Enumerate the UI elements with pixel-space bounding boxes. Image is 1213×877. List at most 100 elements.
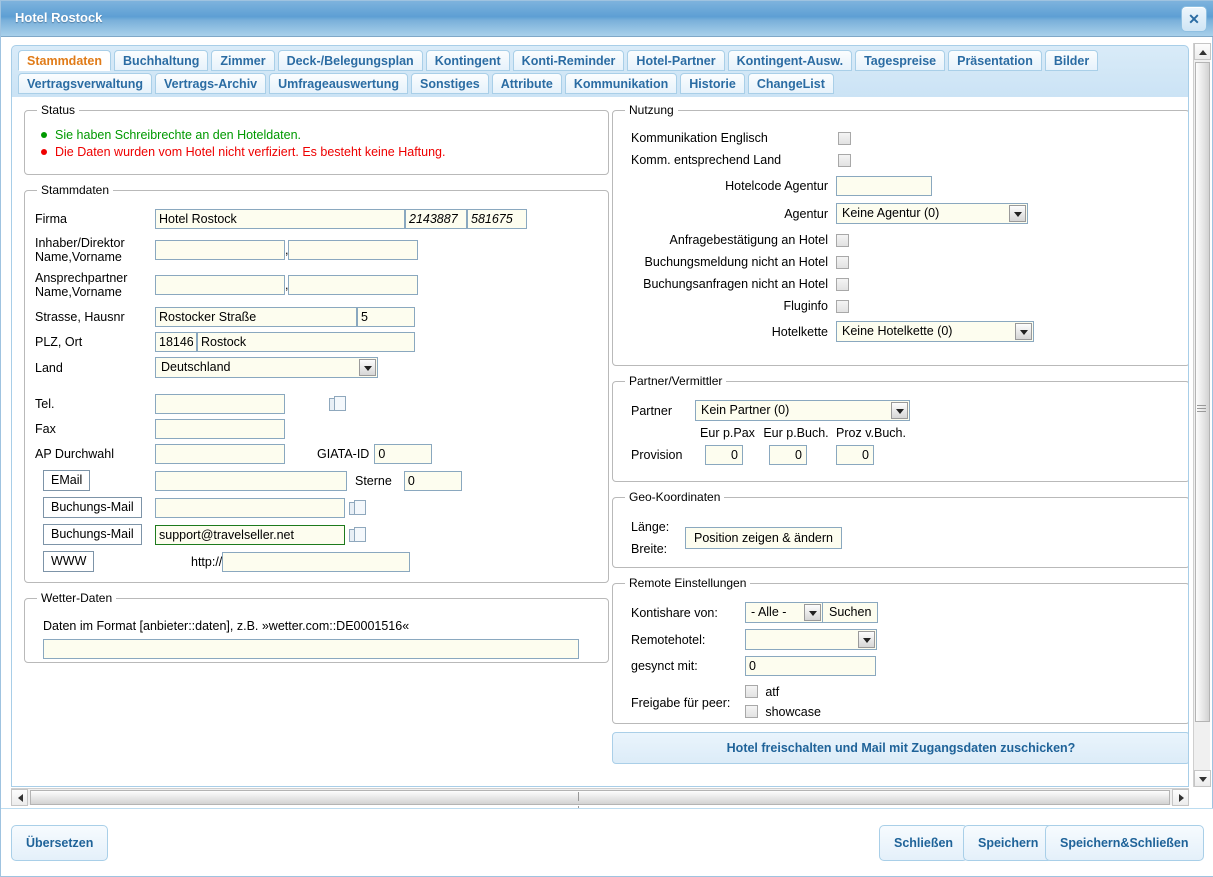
email-button[interactable]: EMail — [43, 470, 90, 491]
tab-zimmer[interactable]: Zimmer — [211, 50, 274, 71]
schliessen-button[interactable]: Schließen — [879, 825, 968, 861]
tab-content-stammdaten: Status Sie haben Schreibrechte an den Ho… — [11, 97, 1189, 787]
inhaber-label-line1: Inhaber/Direktor — [35, 236, 125, 250]
buchungsmail-button-1[interactable]: Buchungs-Mail — [43, 497, 142, 518]
tab-kontingent[interactable]: Kontingent — [426, 50, 510, 71]
position-zeigen-button[interactable]: Position zeigen & ändern — [685, 527, 842, 549]
close-button[interactable]: ✕ — [1181, 6, 1207, 32]
horizontal-scrollbar[interactable] — [11, 788, 1189, 805]
right-column: Nutzung Kommunikation Englisch Komm. ent… — [612, 103, 1189, 764]
peer-atf-checkbox[interactable] — [745, 685, 758, 698]
tab-deck-belegungsplan[interactable]: Deck-/Belegungsplan — [278, 50, 423, 71]
partner-select[interactable]: Kein Partner (0) — [695, 400, 910, 421]
row-fluginfo: Fluginfo — [623, 299, 1179, 313]
peer-showcase-checkbox[interactable] — [745, 705, 758, 718]
ort-input[interactable] — [197, 332, 415, 352]
anfragebestaetigung-checkbox[interactable] — [836, 234, 849, 247]
tab-stammdaten[interactable]: Stammdaten — [18, 50, 111, 71]
plz-input[interactable] — [155, 332, 197, 352]
vertical-scrollbar[interactable] — [1193, 43, 1210, 787]
uebersetzen-button[interactable]: Übersetzen — [11, 825, 108, 861]
speichern-schliessen-button[interactable]: Speichern&Schließen — [1045, 825, 1204, 861]
row-durchwahl: AP Durchwahl GIATA-ID — [35, 444, 598, 464]
www-button[interactable]: WWW — [43, 551, 94, 572]
sterne-input[interactable] — [404, 471, 462, 491]
ansprechpartner-vorname-input[interactable] — [288, 275, 418, 295]
ansprechpartner-name-input[interactable] — [155, 275, 285, 295]
tab-tagespreise[interactable]: Tagespreise — [855, 50, 945, 71]
firma-input[interactable] — [155, 209, 405, 229]
buchungsmail-input-2[interactable] — [155, 525, 345, 545]
tab-kontingent-ausw[interactable]: Kontingent-Ausw. — [728, 50, 852, 71]
kontishare-label: Kontishare von: — [623, 606, 745, 620]
www-input[interactable] — [222, 552, 410, 572]
copy-icon[interactable] — [329, 396, 345, 412]
buchungsanfragen-label: Buchungsanfragen nicht an Hotel — [623, 277, 836, 291]
giata-input[interactable] — [374, 444, 432, 464]
vertical-scroll-thumb[interactable] — [1195, 62, 1210, 722]
fax-input[interactable] — [155, 419, 285, 439]
provision-pax-input[interactable] — [705, 445, 743, 465]
tab-sonstiges[interactable]: Sonstiges — [411, 73, 489, 94]
status-dot-ok — [41, 132, 47, 138]
buchungsanfragen-checkbox[interactable] — [836, 278, 849, 291]
provision-col-buch-header: Eur p.Buch. — [760, 426, 832, 440]
buchungsmail-input-1[interactable] — [155, 498, 345, 518]
row-ansprechpartner: Ansprechpartner Name,Vorname , — [35, 271, 598, 299]
speichern-button[interactable]: Speichern — [963, 825, 1053, 861]
tab-bilder[interactable]: Bilder — [1045, 50, 1098, 71]
inhaber-name-input[interactable] — [155, 240, 285, 260]
tab-historie[interactable]: Historie — [680, 73, 745, 94]
chevron-down-icon — [359, 359, 376, 376]
scroll-left-button[interactable] — [11, 789, 28, 806]
suchen-button[interactable]: Suchen — [823, 602, 878, 623]
komm-land-checkbox[interactable] — [838, 154, 851, 167]
hausnr-input[interactable] — [357, 307, 415, 327]
status-text-write: Sie haben Schreibrechte an den Hoteldate… — [55, 128, 301, 142]
provision-buch-input[interactable] — [769, 445, 807, 465]
gesynct-input[interactable] — [745, 656, 876, 676]
buchungsmeldung-checkbox[interactable] — [836, 256, 849, 269]
hotelkette-select[interactable]: Keine Hotelkette (0) — [836, 321, 1034, 342]
tab-changelist[interactable]: ChangeList — [748, 73, 834, 94]
strasse-input[interactable] — [155, 307, 357, 327]
copy-icon[interactable] — [349, 527, 365, 543]
scroll-up-button[interactable] — [1194, 43, 1211, 60]
tab-vertragsverwaltung[interactable]: Vertragsverwaltung — [18, 73, 152, 94]
tab-vertrags-archiv[interactable]: Vertrags-Archiv — [155, 73, 266, 94]
horizontal-scroll-thumb[interactable] — [30, 790, 1170, 805]
tab-umfrageauswertung[interactable]: Umfrageauswertung — [269, 73, 408, 94]
agentur-select[interactable]: Keine Agentur (0) — [836, 203, 1028, 224]
tab-kommunikation[interactable]: Kommunikation — [565, 73, 677, 94]
email-input[interactable] — [155, 471, 347, 491]
remotehotel-select[interactable] — [745, 629, 877, 650]
partner-fieldset: Partner/Vermittler Partner Kein Partner … — [612, 374, 1189, 482]
scroll-right-button[interactable] — [1172, 789, 1189, 806]
tab-konti-reminder[interactable]: Konti-Reminder — [513, 50, 625, 71]
wetter-input[interactable] — [43, 639, 579, 659]
tab-buchhaltung[interactable]: Buchhaltung — [114, 50, 208, 71]
freischalten-banner[interactable]: Hotel freischalten und Mail mit Zugangsd… — [612, 732, 1189, 764]
scroll-down-button[interactable] — [1194, 770, 1211, 787]
kontishare-select[interactable]: - Alle - — [745, 602, 823, 623]
buchungsmail-button-2[interactable]: Buchungs-Mail — [43, 524, 142, 545]
tab-pr-sentation[interactable]: Präsentation — [948, 50, 1042, 71]
provision-proz-input[interactable] — [836, 445, 874, 465]
copy-icon[interactable] — [349, 500, 365, 516]
row-remotehotel: Remotehotel: — [623, 629, 1179, 650]
inhaber-vorname-input[interactable] — [288, 240, 418, 260]
partner-label: Partner — [623, 404, 695, 418]
strasse-label: Strasse, Hausnr — [35, 310, 155, 324]
tab-attribute[interactable]: Attribute — [492, 73, 562, 94]
row-buchungsmail-2: Buchungs-Mail — [35, 524, 598, 545]
row-kommunikation-englisch: Kommunikation Englisch — [623, 131, 1179, 145]
land-select[interactable]: Deutschland — [155, 357, 378, 378]
tel-input[interactable] — [155, 394, 285, 414]
fluginfo-checkbox[interactable] — [836, 300, 849, 313]
durchwahl-input[interactable] — [155, 444, 285, 464]
hotelcode-input[interactable] — [836, 176, 932, 196]
tab-hotel-partner[interactable]: Hotel-Partner — [627, 50, 724, 71]
chevron-down-icon — [1009, 205, 1026, 222]
kommunikation-englisch-checkbox[interactable] — [838, 132, 851, 145]
status-line-write: Sie haben Schreibrechte an den Hoteldate… — [35, 128, 598, 142]
